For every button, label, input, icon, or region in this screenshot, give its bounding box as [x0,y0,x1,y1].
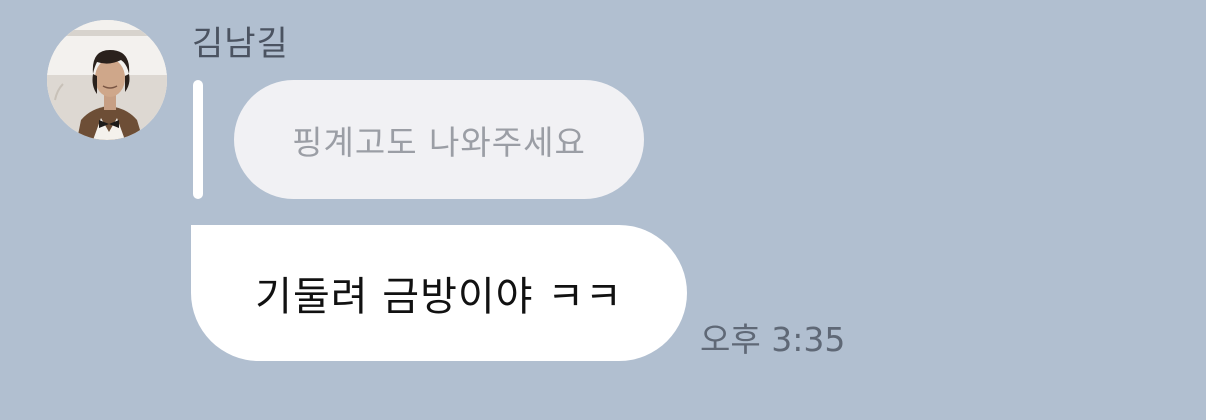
sender-name: 김남길 [192,24,289,64]
message-bubble[interactable]: 기둘려 금방이야 ㅋㅋ [191,225,687,361]
quoted-reply-text: 핑계고도 나와주세요 [292,122,586,162]
profile-photo-icon [47,20,167,140]
quoted-reply-bubble[interactable]: 핑계고도 나와주세요 [234,80,644,199]
message-text: 기둘려 금방이야 ㅋㅋ [255,274,623,320]
reply-indicator-bar [193,80,203,199]
message-timestamp: 오후 3:35 [700,320,846,359]
avatar[interactable] [47,20,167,140]
